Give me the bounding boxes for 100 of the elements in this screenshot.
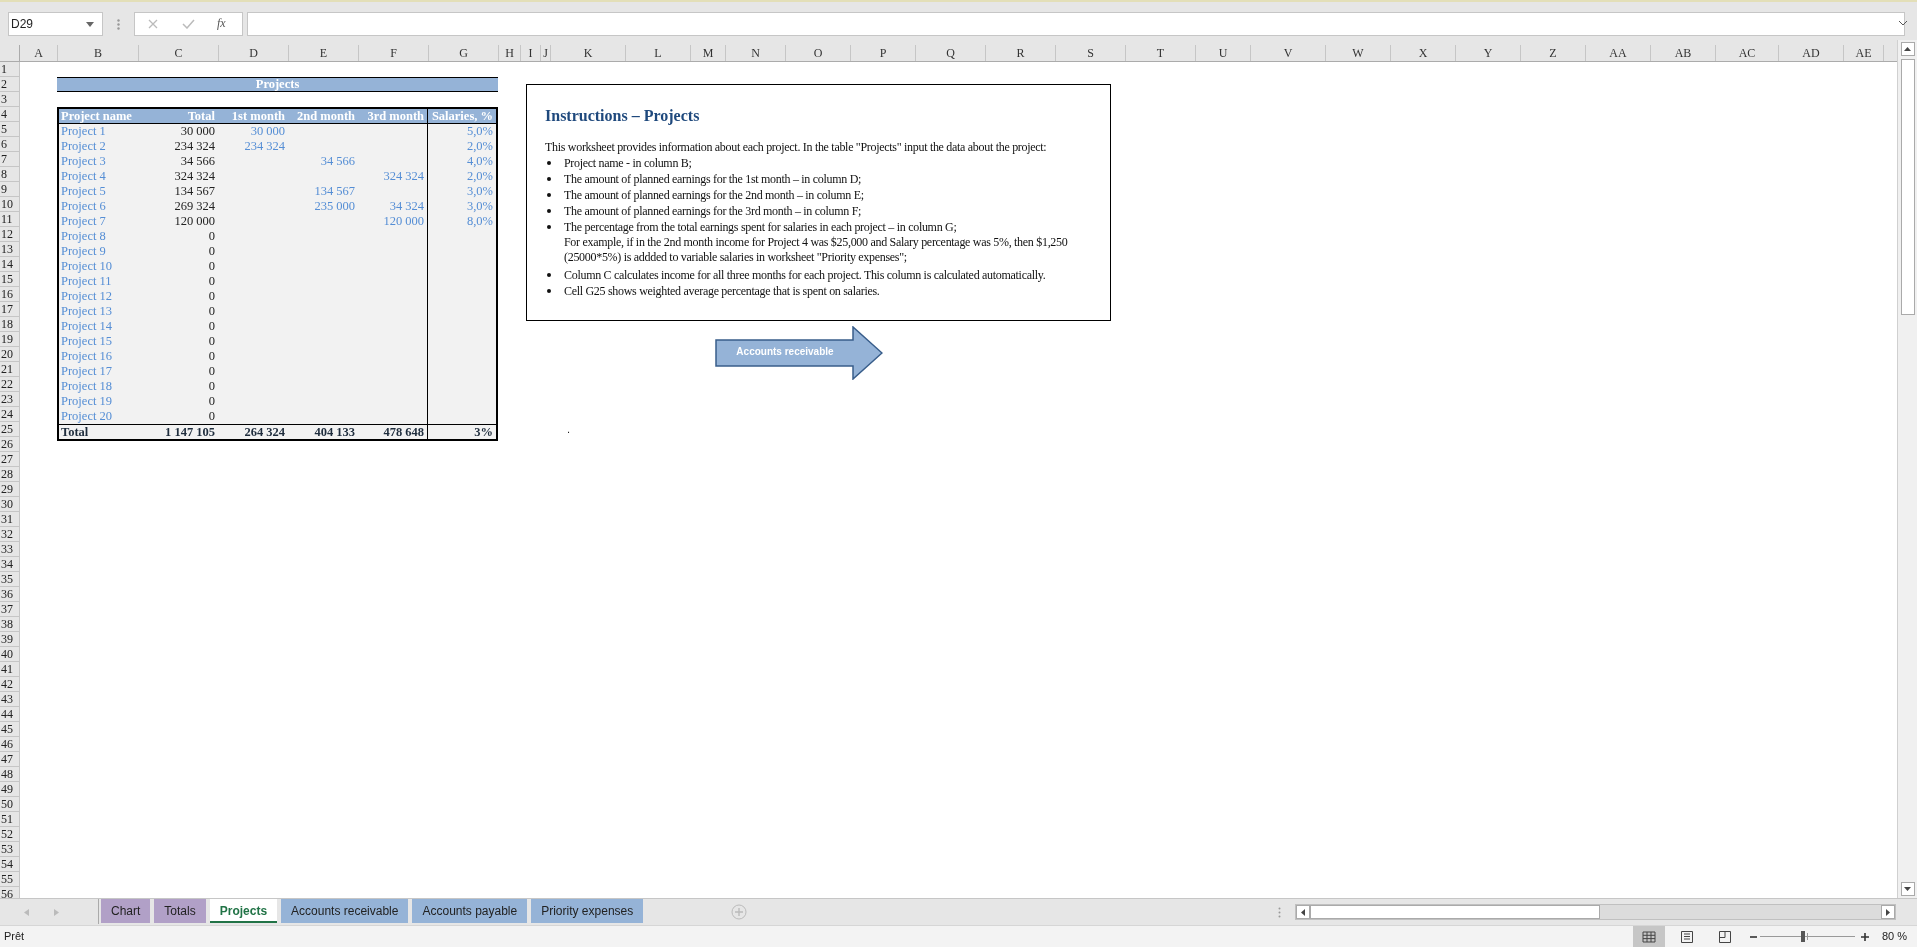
column-letter[interactable]: G (429, 45, 499, 61)
row-number[interactable]: 11 (0, 212, 20, 227)
row-number[interactable]: 35 (0, 572, 20, 587)
column-letter[interactable]: T (1126, 45, 1196, 61)
row-number[interactable]: 39 (0, 632, 20, 647)
scroll-down-button[interactable] (1900, 882, 1915, 896)
sheet-tab[interactable]: Projects (209, 899, 278, 923)
row-number[interactable]: 45 (0, 722, 20, 737)
row-number[interactable]: 40 (0, 647, 20, 662)
row-number[interactable]: 52 (0, 827, 20, 842)
row-number[interactable]: 12 (0, 227, 20, 242)
row-number[interactable]: 23 (0, 392, 20, 407)
column-letter[interactable]: I (521, 45, 541, 61)
column-letter[interactable]: J (541, 45, 551, 61)
row-number[interactable]: 36 (0, 587, 20, 602)
row-number[interactable]: 25 (0, 422, 20, 437)
sheet-tab[interactable]: Chart (101, 899, 151, 923)
row-number[interactable]: 18 (0, 317, 20, 332)
column-letter[interactable]: V (1251, 45, 1326, 61)
column-letter[interactable]: W (1326, 45, 1391, 61)
row-number[interactable]: 46 (0, 737, 20, 752)
row-number[interactable]: 7 (0, 152, 20, 167)
sheet-tab[interactable]: Accounts receivable (281, 899, 409, 923)
column-letter[interactable]: O (786, 45, 851, 61)
row-number[interactable]: 6 (0, 137, 20, 152)
column-letter[interactable]: U (1196, 45, 1251, 61)
row-number[interactable]: 2 (0, 77, 20, 92)
row-number[interactable]: 49 (0, 782, 20, 797)
column-letter[interactable]: A (20, 45, 58, 61)
row-number[interactable]: 3 (0, 92, 20, 107)
row-number[interactable]: 55 (0, 872, 20, 887)
row-number[interactable]: 29 (0, 482, 20, 497)
row-number[interactable]: 14 (0, 257, 20, 272)
row-number[interactable]: 47 (0, 752, 20, 767)
row-number[interactable]: 13 (0, 242, 20, 257)
row-number[interactable]: 32 (0, 527, 20, 542)
more-options-icon[interactable] (117, 19, 120, 30)
column-letter[interactable]: C (139, 45, 219, 61)
row-number[interactable]: 9 (0, 182, 20, 197)
row-number[interactable]: 43 (0, 692, 20, 707)
zoom-slider-thumb[interactable] (1800, 931, 1805, 942)
row-number[interactable]: 53 (0, 842, 20, 857)
row-number[interactable]: 31 (0, 512, 20, 527)
row-number[interactable]: 26 (0, 437, 20, 452)
column-letter[interactable]: Z (1521, 45, 1586, 61)
row-number[interactable]: 27 (0, 452, 20, 467)
sheet-tab[interactable]: Totals (154, 899, 206, 923)
check-icon[interactable] (182, 19, 195, 29)
previous-sheet-icon[interactable] (24, 909, 29, 916)
column-letter[interactable]: AB (1651, 45, 1716, 61)
column-letter[interactable]: N (726, 45, 786, 61)
column-letter[interactable]: S (1056, 45, 1126, 61)
zoom-slider[interactable] (1758, 931, 1857, 942)
row-number[interactable]: 20 (0, 347, 20, 362)
sheet-tab[interactable]: Accounts payable (412, 899, 528, 923)
zoom-in-icon[interactable] (1861, 933, 1869, 941)
row-number[interactable]: 15 (0, 272, 20, 287)
row-number[interactable]: 30 (0, 497, 20, 512)
row-number[interactable]: 41 (0, 662, 20, 677)
row-number[interactable]: 50 (0, 797, 20, 812)
column-letter[interactable]: M (691, 45, 726, 61)
column-letter[interactable]: AE (1844, 45, 1884, 61)
scrollbar-thumb[interactable] (1900, 59, 1915, 315)
row-number[interactable]: 48 (0, 767, 20, 782)
column-letter[interactable]: AD (1779, 45, 1844, 61)
row-number[interactable]: 54 (0, 857, 20, 872)
column-letter[interactable]: H (499, 45, 521, 61)
view-button[interactable] (1633, 926, 1665, 947)
column-letter[interactable]: AA (1586, 45, 1651, 61)
row-number[interactable]: 42 (0, 677, 20, 692)
row-number[interactable]: 51 (0, 812, 20, 827)
column-letter[interactable]: K (551, 45, 626, 61)
column-letter[interactable]: R (986, 45, 1056, 61)
row-number[interactable]: 34 (0, 557, 20, 572)
row-number[interactable]: 8 (0, 167, 20, 182)
row-number[interactable]: 19 (0, 332, 20, 347)
column-letter[interactable]: P (851, 45, 916, 61)
column-letter[interactable]: F (359, 45, 429, 61)
row-number[interactable]: 10 (0, 197, 20, 212)
row-number[interactable]: 16 (0, 287, 20, 302)
insert-function-button[interactable]: fx (217, 15, 226, 31)
row-number[interactable]: 21 (0, 362, 20, 377)
column-letter[interactable]: E (289, 45, 359, 61)
row-number[interactable]: 5 (0, 122, 20, 137)
scrollbar-thumb[interactable] (1310, 905, 1600, 919)
add-sheet-icon[interactable] (731, 904, 747, 920)
row-number[interactable]: 22 (0, 377, 20, 392)
row-number[interactable]: 17 (0, 302, 20, 317)
row-number[interactable]: 38 (0, 617, 20, 632)
column-letter[interactable]: Q (916, 45, 986, 61)
row-number[interactable]: 33 (0, 542, 20, 557)
column-letter[interactable]: L (626, 45, 691, 61)
row-number[interactable]: 44 (0, 707, 20, 722)
splitter-handle-icon[interactable] (1278, 907, 1281, 918)
column-letter[interactable]: D (219, 45, 289, 61)
row-number[interactable]: 28 (0, 467, 20, 482)
column-letter[interactable]: X (1391, 45, 1456, 61)
scroll-up-button[interactable] (1900, 42, 1915, 56)
sheet-tab[interactable]: Priority expenses (531, 899, 644, 923)
row-number[interactable]: 4 (0, 107, 20, 122)
